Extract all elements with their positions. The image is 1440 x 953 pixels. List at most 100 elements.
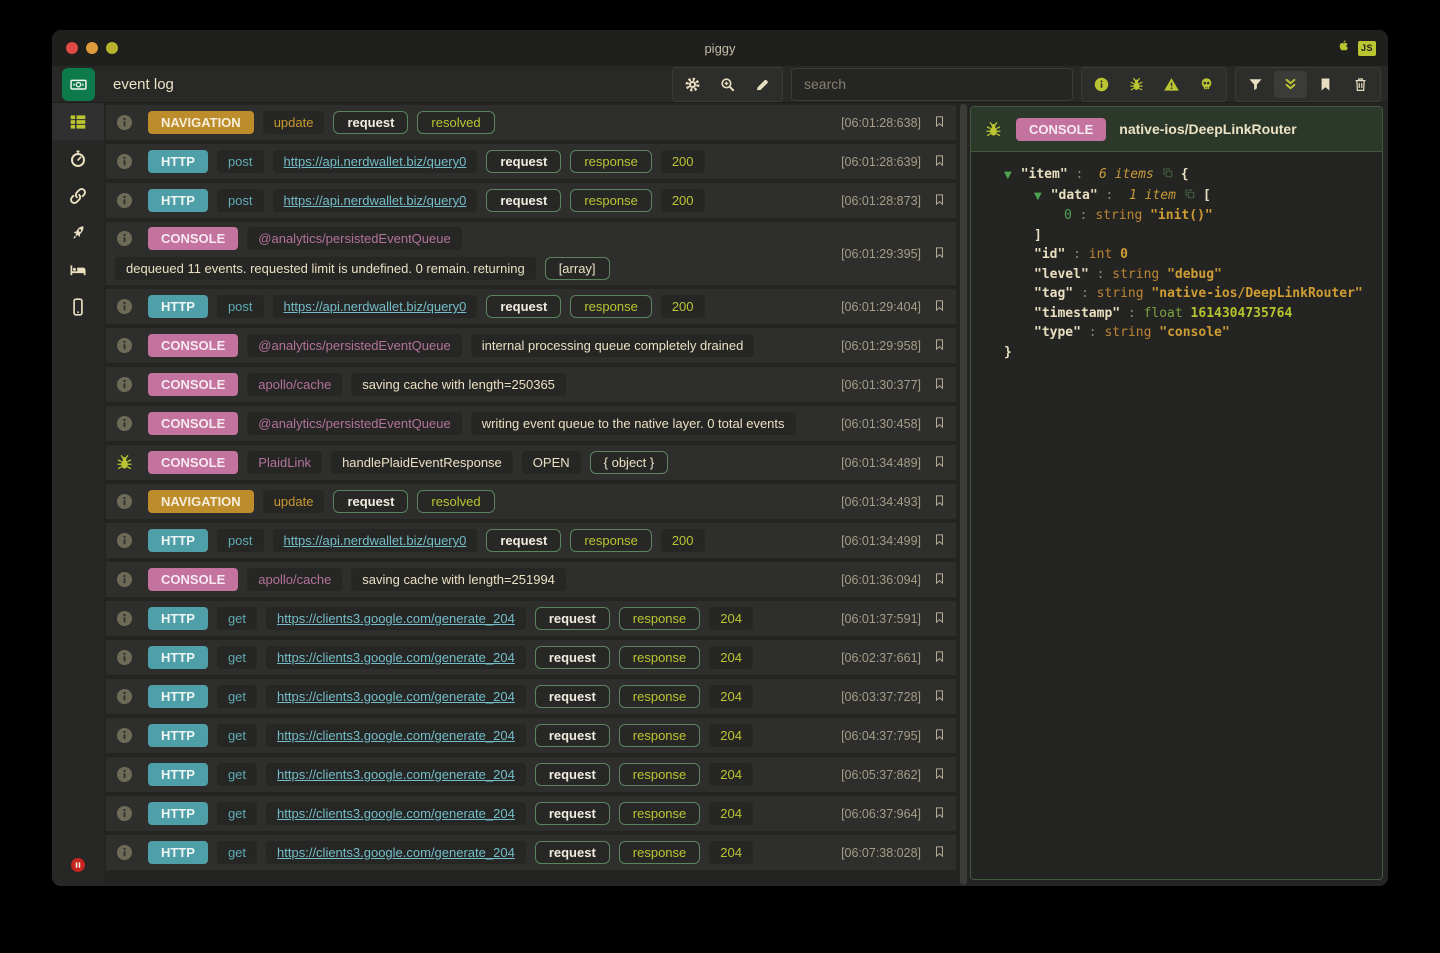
event-action-button[interactable]: response xyxy=(570,529,651,552)
event-row[interactable]: HTTPgethttps://clients3.google.com/gener… xyxy=(106,640,956,675)
event-row[interactable]: HTTPposthttps://api.nerdwallet.biz/query… xyxy=(106,523,956,558)
settings-icon[interactable] xyxy=(676,71,709,98)
event-action-button[interactable]: response xyxy=(570,189,651,212)
scrollbar-thumb[interactable] xyxy=(960,104,967,885)
event-row[interactable]: HTTPgethttps://clients3.google.com/gener… xyxy=(106,718,956,753)
sidebar-item-event-log[interactable] xyxy=(52,103,104,140)
bookmark-icon[interactable] xyxy=(933,845,946,861)
event-row[interactable]: NAVIGATIONupdaterequestresolved[06:01:34… xyxy=(106,484,956,519)
bookmark-icon[interactable] xyxy=(933,115,946,131)
tree-toggle-icon[interactable]: ▼ xyxy=(1004,170,1012,181)
event-action-button[interactable]: response xyxy=(619,607,700,630)
request-url-link[interactable]: https://clients3.google.com/generate_204 xyxy=(266,607,526,630)
sidebar-item-phone[interactable] xyxy=(52,288,104,325)
bookmark-icon[interactable] xyxy=(933,767,946,783)
request-url-link[interactable]: https://clients3.google.com/generate_204 xyxy=(266,841,526,864)
copy-icon[interactable] xyxy=(1162,165,1174,177)
zoom-in-icon[interactable] xyxy=(711,71,744,98)
error-level-icon[interactable] xyxy=(1190,71,1223,98)
event-row[interactable]: HTTPgethttps://clients3.google.com/gener… xyxy=(106,796,956,831)
bookmark-icon[interactable] xyxy=(933,611,946,627)
bookmark-icon[interactable] xyxy=(933,533,946,549)
event-action-button[interactable]: [array] xyxy=(545,257,610,280)
event-action-button[interactable]: response xyxy=(619,685,700,708)
event-action-button[interactable]: response xyxy=(619,646,700,669)
bookmark-icon[interactable] xyxy=(933,193,946,209)
event-action-button[interactable]: request xyxy=(535,724,610,747)
request-url-link[interactable]: https://clients3.google.com/generate_204 xyxy=(266,724,526,747)
bookmark-icon[interactable] xyxy=(933,416,946,432)
debug-level-icon[interactable] xyxy=(1120,71,1153,98)
event-action-button[interactable]: request xyxy=(535,763,610,786)
event-action-button[interactable]: resolved xyxy=(417,111,494,134)
event-action-button[interactable]: response xyxy=(619,763,700,786)
search-input[interactable] xyxy=(791,68,1073,101)
request-url-link[interactable]: https://api.nerdwallet.biz/query0 xyxy=(273,295,478,318)
event-action-button[interactable]: response xyxy=(619,724,700,747)
bookmark-icon[interactable] xyxy=(933,728,946,744)
event-action-button[interactable]: request xyxy=(535,802,610,825)
marker-icon[interactable] xyxy=(746,71,779,98)
request-url-link[interactable]: https://api.nerdwallet.biz/query0 xyxy=(273,150,478,173)
event-row[interactable]: HTTPgethttps://clients3.google.com/gener… xyxy=(106,835,956,870)
bookmark-icon[interactable] xyxy=(933,154,946,170)
close-button[interactable] xyxy=(66,42,78,54)
event-row[interactable]: NAVIGATIONupdaterequestresolved[06:01:28… xyxy=(106,105,956,140)
event-row[interactable]: CONSOLEapollo/cachesaving cache with len… xyxy=(106,562,956,597)
minimize-button[interactable] xyxy=(86,42,98,54)
event-action-button[interactable]: request xyxy=(535,841,610,864)
bookmark-icon[interactable] xyxy=(933,806,946,822)
event-action-button[interactable]: request xyxy=(486,189,561,212)
event-row[interactable]: CONSOLE@analytics/persistedEventQueuewri… xyxy=(106,406,956,441)
event-row[interactable]: HTTPgethttps://clients3.google.com/gener… xyxy=(106,601,956,636)
bookmark-icon[interactable] xyxy=(933,299,946,315)
event-action-button[interactable]: request xyxy=(486,529,561,552)
sidebar-item-rocket[interactable] xyxy=(52,214,104,251)
event-row[interactable]: HTTPgethttps://clients3.google.com/gener… xyxy=(106,757,956,792)
bookmark-icon[interactable] xyxy=(933,650,946,666)
event-row[interactable]: CONSOLEapollo/cachesaving cache with len… xyxy=(106,367,956,402)
event-action-button[interactable]: request xyxy=(486,295,561,318)
event-action-button[interactable]: request xyxy=(535,607,610,630)
scrollbar[interactable] xyxy=(956,103,970,886)
bookmark-icon[interactable] xyxy=(933,572,946,588)
collapse-all-icon[interactable] xyxy=(1274,71,1307,98)
bookmarks-icon[interactable] xyxy=(1309,71,1342,98)
event-row[interactable]: HTTPposthttps://api.nerdwallet.biz/query… xyxy=(106,289,956,324)
event-action-button[interactable]: request xyxy=(333,490,408,513)
request-url-link[interactable]: https://clients3.google.com/generate_204 xyxy=(266,802,526,825)
sidebar-item-bed[interactable] xyxy=(52,251,104,288)
event-action-button[interactable]: request xyxy=(535,685,610,708)
event-action-button[interactable]: { object } xyxy=(590,451,669,474)
event-action-button[interactable]: request xyxy=(333,111,408,134)
bookmark-icon[interactable] xyxy=(933,689,946,705)
bookmark-icon[interactable] xyxy=(933,338,946,354)
event-action-button[interactable]: response xyxy=(619,841,700,864)
filter-icon[interactable] xyxy=(1239,71,1272,98)
event-action-button[interactable]: response xyxy=(619,802,700,825)
bookmark-icon[interactable] xyxy=(933,494,946,510)
event-action-button[interactable]: resolved xyxy=(417,490,494,513)
info-level-icon[interactable] xyxy=(1085,71,1118,98)
event-row[interactable]: CONSOLE@analytics/persistedEventQueuedeq… xyxy=(106,222,956,285)
bookmark-icon[interactable] xyxy=(933,455,946,471)
request-url-link[interactable]: https://clients3.google.com/generate_204 xyxy=(266,646,526,669)
request-url-link[interactable]: https://clients3.google.com/generate_204 xyxy=(266,685,526,708)
sidebar-item-stopwatch[interactable] xyxy=(52,140,104,177)
request-url-link[interactable]: https://clients3.google.com/generate_204 xyxy=(266,763,526,786)
tree-toggle-icon[interactable]: ▼ xyxy=(1034,191,1042,202)
zoom-button[interactable] xyxy=(106,42,118,54)
warning-level-icon[interactable] xyxy=(1155,71,1188,98)
sidebar-item-link[interactable] xyxy=(52,177,104,214)
pause-button[interactable] xyxy=(69,856,87,874)
event-row[interactable]: HTTPgethttps://clients3.google.com/gener… xyxy=(106,679,956,714)
copy-icon[interactable] xyxy=(1184,186,1196,198)
request-url-link[interactable]: https://api.nerdwallet.biz/query0 xyxy=(273,189,478,212)
event-action-button[interactable]: request xyxy=(486,150,561,173)
event-row[interactable]: HTTPposthttps://api.nerdwallet.biz/query… xyxy=(106,144,956,179)
bookmark-icon[interactable] xyxy=(933,246,946,262)
event-action-button[interactable]: request xyxy=(535,646,610,669)
event-row[interactable]: CONSOLEPlaidLinkhandlePlaidEventResponse… xyxy=(106,445,956,480)
event-action-button[interactable]: response xyxy=(570,150,651,173)
clear-icon[interactable] xyxy=(1344,71,1377,98)
